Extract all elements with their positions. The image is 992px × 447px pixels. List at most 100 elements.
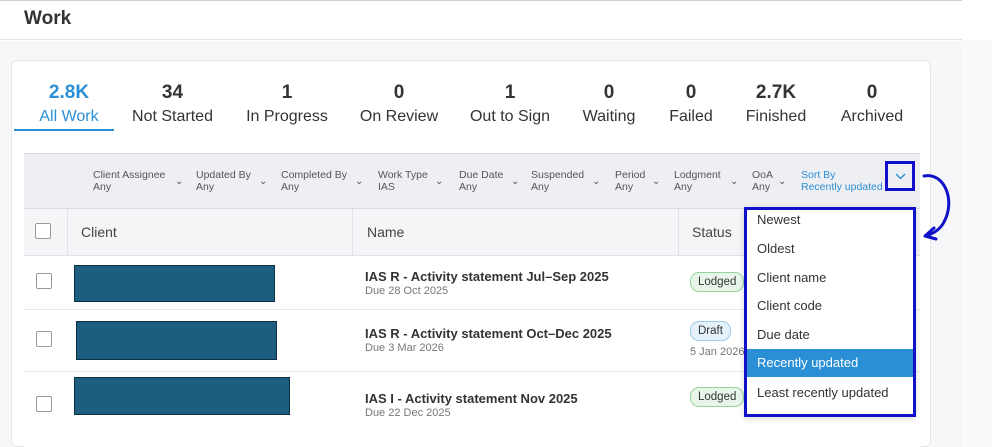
right-gutter [962,40,992,447]
redacted-client [74,265,275,302]
filter-value: Any [615,181,634,193]
filter-value: Any [196,181,215,193]
annotation-arrow-icon [922,174,951,241]
tab-count: 1 [281,82,293,103]
tab-archived[interactable]: 0 Archived [834,82,910,127]
tab-label: Failed [669,108,713,125]
tab-count: 0 [866,82,878,103]
filter-label: Due Date [459,169,504,181]
sort-option-client-code[interactable]: Client code [747,295,913,323]
filter-ooa[interactable]: OoA Any ⌄ [752,169,786,193]
chevron-down-icon [895,173,906,180]
column-divider [352,209,353,256]
filter-label: Completed By [281,169,347,181]
tab-label: On Review [359,108,439,125]
sort-dropdown-button[interactable] [885,161,915,191]
filter-value: IAS [378,181,395,193]
tab-label: All Work [39,108,99,125]
job-name[interactable]: IAS R - Activity statement Oct–Dec 2025 [365,326,612,341]
filter-value: Any [459,181,478,193]
page-header: Work [0,0,962,40]
tab-label: Out to Sign [469,108,551,125]
column-header-name[interactable]: Name [367,224,404,240]
filter-label: Sort By [801,169,836,181]
tab-label: Not Started [132,108,213,125]
filter-label: Suspended [531,169,585,181]
tab-count: 0 [393,82,405,103]
filter-client-assignee[interactable]: Client Assignee Any ⌄ [93,169,183,193]
tab-count: 0 [685,82,697,103]
tab-count: 1 [504,82,516,103]
filter-period[interactable]: Period Any ⌄ [615,169,660,193]
filter-updated-by[interactable]: Updated By Any ⌄ [196,169,267,193]
chevron-down-icon: ⌄ [175,176,184,187]
chevron-down-icon: ⌄ [778,176,787,187]
tab-label: Finished [745,108,807,125]
select-all-checkbox[interactable] [35,223,51,239]
column-header-status[interactable]: Status [692,224,732,240]
chevron-down-icon: ⌄ [511,176,520,187]
row-checkbox[interactable] [36,331,52,347]
tab-label: Waiting [582,108,636,125]
filter-completed-by[interactable]: Completed By Any ⌄ [281,169,363,193]
filter-suspended[interactable]: Suspended Any ⌄ [531,169,600,193]
chevron-down-icon: ⌄ [652,176,661,187]
tab-out-to-sign[interactable]: 1 Out to Sign [465,82,555,127]
tab-in-progress[interactable]: 1 In Progress [242,82,332,127]
status-badge: Draft [690,321,731,341]
filter-sort-by[interactable]: Sort By Recently updated [801,169,883,193]
filter-value: Any [281,181,300,193]
tab-all-work[interactable]: 2.8K All Work [12,82,126,127]
filter-label: Period [615,169,646,181]
filter-label: Client Assignee [93,169,166,181]
filter-due-date[interactable]: Due Date Any ⌄ [459,169,519,193]
sort-option-client-name[interactable]: Client name [747,267,913,295]
tab-waiting[interactable]: 0 Waiting [576,82,642,127]
job-due-date: Due 22 Dec 2025 [365,407,451,419]
sort-option-least-recently-updated[interactable]: Least recently updated [747,382,913,410]
sort-option-newest[interactable]: Newest [747,209,913,237]
job-name[interactable]: IAS I - Activity statement Nov 2025 [365,391,578,406]
filter-label: Lodgment [674,169,721,181]
chevron-down-icon: ⌄ [435,176,444,187]
filter-value: Any [93,181,112,193]
chevron-down-icon: ⌄ [259,176,268,187]
filter-lodgment[interactable]: Lodgment Any ⌄ [674,169,738,193]
tab-finished[interactable]: 2.7K Finished [738,82,814,127]
job-due-date: Due 3 Mar 2026 [365,342,444,354]
filter-value: Any [531,181,550,193]
filter-value: Recently updated [801,181,883,193]
tab-not-started[interactable]: 34 Not Started [126,82,219,127]
sort-option-oldest[interactable]: Oldest [747,238,913,266]
sort-option-recently-updated[interactable]: Recently updated [747,349,913,377]
tab-count: 0 [603,82,615,103]
column-header-client[interactable]: Client [81,224,117,240]
tab-count: 2.8K [48,82,90,103]
status-badge: Lodged [690,272,745,292]
status-date: 5 Jan 2026 [690,346,745,358]
tab-failed[interactable]: 0 Failed [662,82,720,127]
status-badge: Lodged [690,387,745,407]
row-checkbox[interactable] [36,273,52,289]
redacted-client [74,377,290,415]
filter-value: Any [674,181,693,193]
chevron-down-icon: ⌄ [355,176,364,187]
filter-label: Work Type [378,169,428,181]
filter-label: OoA [752,169,774,181]
filter-bar: Client Assignee Any ⌄ Updated By Any ⌄ C… [24,153,920,209]
filter-work-type[interactable]: Work Type IAS ⌄ [378,169,443,193]
column-divider [678,209,679,256]
job-due-date: Due 28 Oct 2025 [365,285,449,297]
filter-label: Updated By [196,169,251,181]
chevron-down-icon: ⌄ [730,176,739,187]
tab-count: 34 [161,82,184,103]
filter-value: Any [752,181,771,193]
sort-menu: Newest Oldest Client name Client code Du… [744,207,916,417]
row-checkbox[interactable] [36,396,52,412]
job-name[interactable]: IAS R - Activity statement Jul–Sep 2025 [365,269,609,284]
column-divider [67,209,68,256]
sort-option-due-date[interactable]: Due date [747,324,913,352]
tab-on-review[interactable]: 0 On Review [354,82,444,127]
active-tab-underline [14,129,114,131]
redacted-client [76,321,277,360]
